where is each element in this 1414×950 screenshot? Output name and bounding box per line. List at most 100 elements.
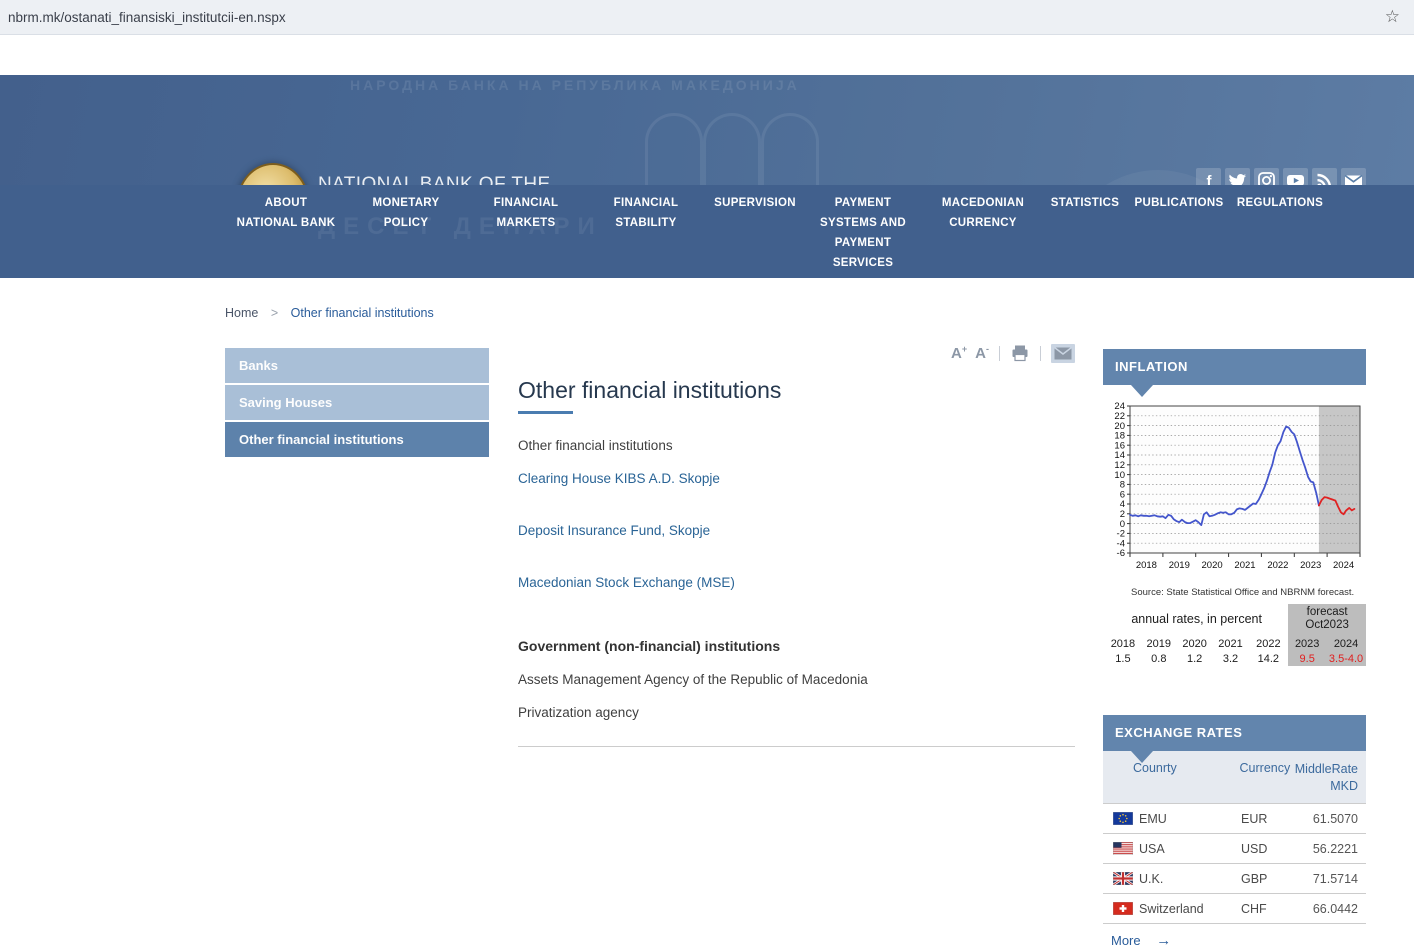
rss-icon[interactable] bbox=[1312, 168, 1337, 185]
summary-caption: annual rates, in percent bbox=[1105, 604, 1288, 634]
summary-year: 2019 bbox=[1141, 634, 1177, 651]
sidebar-item-banks[interactable]: Banks bbox=[225, 348, 489, 383]
breadcrumb-separator: > bbox=[271, 306, 278, 320]
summary-value: 1.2 bbox=[1177, 651, 1213, 666]
currency-code: CHF bbox=[1241, 902, 1297, 916]
svg-text:2024: 2024 bbox=[1333, 560, 1354, 571]
banner-arch-decoration bbox=[645, 113, 703, 185]
chart-source: Source: State Statistical Office and NBR… bbox=[1131, 587, 1366, 598]
uk-flag bbox=[1113, 872, 1133, 885]
svg-text:14: 14 bbox=[1114, 450, 1125, 461]
gov-institutions-heading: Government (non-financial) institutions bbox=[518, 638, 1075, 654]
col-country: Counrty bbox=[1103, 761, 1240, 795]
widget-pointer bbox=[1131, 385, 1153, 397]
page-title: Other financial institutions bbox=[518, 377, 1075, 404]
content-link[interactable]: Macedonian Stock Exchange (MSE) bbox=[518, 575, 1075, 590]
youtube-icon[interactable] bbox=[1283, 168, 1308, 185]
nav-item-about-national-bank[interactable]: ABOUTNATIONAL BANK bbox=[226, 185, 346, 273]
svg-text:10: 10 bbox=[1114, 470, 1125, 481]
svg-text:12: 12 bbox=[1114, 460, 1125, 471]
print-icon[interactable] bbox=[1010, 343, 1030, 363]
summary-year: 2021 bbox=[1213, 634, 1249, 651]
content-link[interactable]: Deposit Insurance Fund, Skopje bbox=[518, 523, 1075, 538]
svg-text:2: 2 bbox=[1120, 509, 1125, 520]
banner-watermark-text: НАРОДНА БАНКА НА РЕПУБЛИКА МАКЕДОНИЈА bbox=[350, 77, 800, 93]
browser-address-bar: nbrm.mk/ostanati_finansiski_institutcii-… bbox=[0, 0, 1414, 35]
svg-text:-2: -2 bbox=[1117, 529, 1125, 540]
sidebar-item-saving-houses[interactable]: Saving Houses bbox=[225, 385, 489, 420]
inflation-widget: INFLATION -6-4-2024681012141618202224201… bbox=[1103, 349, 1366, 666]
inflation-summary-table: annual rates, in percentforecastOct20232… bbox=[1105, 604, 1366, 666]
page: nbrm.mk/ostanati_finansiski_institutcii-… bbox=[0, 0, 1414, 950]
forecast-label: forecastOct2023 bbox=[1288, 604, 1366, 634]
summary-value: 1.5 bbox=[1105, 651, 1141, 666]
exchange-widget-header[interactable]: EXCHANGE RATES bbox=[1103, 715, 1366, 751]
email-icon[interactable] bbox=[1341, 168, 1366, 185]
ch-flag bbox=[1113, 902, 1133, 915]
title-underline bbox=[518, 411, 573, 414]
summary-values-row: 1.50.81.23.214.29.53.5-4.0 bbox=[1105, 651, 1366, 666]
svg-text:8: 8 bbox=[1120, 480, 1125, 491]
svg-text:20: 20 bbox=[1114, 421, 1125, 432]
breadcrumb-home-link[interactable]: Home bbox=[225, 306, 258, 320]
middle-rate-value: 66.0442 bbox=[1297, 902, 1366, 916]
font-increase-button[interactable]: A+ bbox=[951, 344, 967, 362]
nav-item-supervision[interactable]: SUPERVISION bbox=[706, 185, 804, 273]
us-flag bbox=[1113, 842, 1133, 855]
currency-code: EUR bbox=[1241, 812, 1297, 826]
nav-item-regulations[interactable]: REGULATIONS bbox=[1232, 185, 1328, 273]
eu-flag bbox=[1113, 812, 1133, 825]
site-banner: НАРОДНА БАНКА НА РЕПУБЛИКА МАКЕДОНИЈА M … bbox=[0, 75, 1414, 185]
svg-text:2021: 2021 bbox=[1234, 560, 1255, 571]
exchange-rates-widget: EXCHANGE RATES Counrty Currency MiddleRa… bbox=[1103, 715, 1366, 949]
content-link[interactable]: Clearing House KIBS A.D. Skopje bbox=[518, 471, 1075, 486]
instagram-icon[interactable] bbox=[1254, 168, 1279, 185]
bookmark-star-icon[interactable]: ☆ bbox=[1385, 7, 1400, 27]
nav-item-publications[interactable]: PUBLICATIONS bbox=[1126, 185, 1232, 273]
summary-value: 14.2 bbox=[1248, 651, 1288, 666]
svg-text:6: 6 bbox=[1120, 489, 1125, 500]
sidebar-item-other-financial-institutions[interactable]: Other financial institutions bbox=[225, 422, 489, 457]
summary-value: 9.5 bbox=[1288, 651, 1326, 666]
inflation-widget-header[interactable]: INFLATION bbox=[1103, 349, 1366, 385]
twitter-icon[interactable] bbox=[1225, 168, 1250, 185]
svg-text:2020: 2020 bbox=[1202, 560, 1223, 571]
nav-item-payment-systems[interactable]: PAYMENTSYSTEMS ANDPAYMENTSERVICES bbox=[804, 185, 922, 273]
font-decrease-button[interactable]: A- bbox=[975, 344, 989, 362]
svg-text:0: 0 bbox=[1120, 519, 1125, 530]
summary-year: 2020 bbox=[1177, 634, 1213, 651]
facebook-icon[interactable]: f bbox=[1196, 168, 1221, 185]
country-name: U.K. bbox=[1139, 872, 1241, 886]
summary-value: 0.8 bbox=[1141, 651, 1177, 666]
main-content: A+ A- Other financial institutions Other… bbox=[518, 343, 1075, 755]
middle-rate-value: 56.2221 bbox=[1297, 842, 1366, 856]
breadcrumb-current: Other financial institutions bbox=[291, 306, 434, 320]
summary-value: 3.5-4.0 bbox=[1326, 651, 1366, 666]
svg-text:24: 24 bbox=[1114, 401, 1125, 412]
email-page-icon[interactable] bbox=[1051, 344, 1075, 363]
col-currency: Currency bbox=[1240, 761, 1295, 795]
bank-name-line1: NATIONAL BANK OF THE bbox=[318, 174, 648, 185]
nav-item-macedonian-currency[interactable]: MACEDONIANCURRENCY bbox=[922, 185, 1044, 273]
summary-caption-row: annual rates, in percentforecastOct2023 bbox=[1105, 604, 1366, 634]
banner-arch-decoration bbox=[703, 113, 761, 185]
svg-text:22: 22 bbox=[1114, 411, 1125, 422]
url-text[interactable]: nbrm.mk/ostanati_finansiski_institutcii-… bbox=[8, 10, 1385, 25]
nav-item-financial-markets[interactable]: FINANCIALMARKETS bbox=[466, 185, 586, 273]
exchange-more-link[interactable]: More → bbox=[1103, 923, 1366, 949]
country-name: Switzerland bbox=[1139, 902, 1241, 916]
bank-logo[interactable]: M bbox=[237, 163, 309, 185]
nav-item-financial-stability[interactable]: FINANCIALSTABILITY bbox=[586, 185, 706, 273]
gov-institution-item: Privatization agency bbox=[518, 705, 1075, 720]
gov-institution-item: Assets Management Agency of the Republic… bbox=[518, 672, 1075, 687]
summary-year: 2018 bbox=[1105, 634, 1141, 651]
svg-text:4: 4 bbox=[1120, 499, 1125, 510]
summary-value: 3.2 bbox=[1213, 651, 1249, 666]
bank-name: NATIONAL BANK OF THE REPUBLIC OF NORTH M… bbox=[318, 174, 648, 185]
nav-item-statistics[interactable]: STATISTICS bbox=[1044, 185, 1126, 273]
content-divider bbox=[518, 746, 1075, 747]
widget-pointer bbox=[1131, 751, 1153, 763]
country-name: EMU bbox=[1139, 812, 1241, 826]
nav-item-monetary-policy[interactable]: MONETARYPOLICY bbox=[346, 185, 466, 273]
article-tools: A+ A- bbox=[518, 343, 1075, 363]
